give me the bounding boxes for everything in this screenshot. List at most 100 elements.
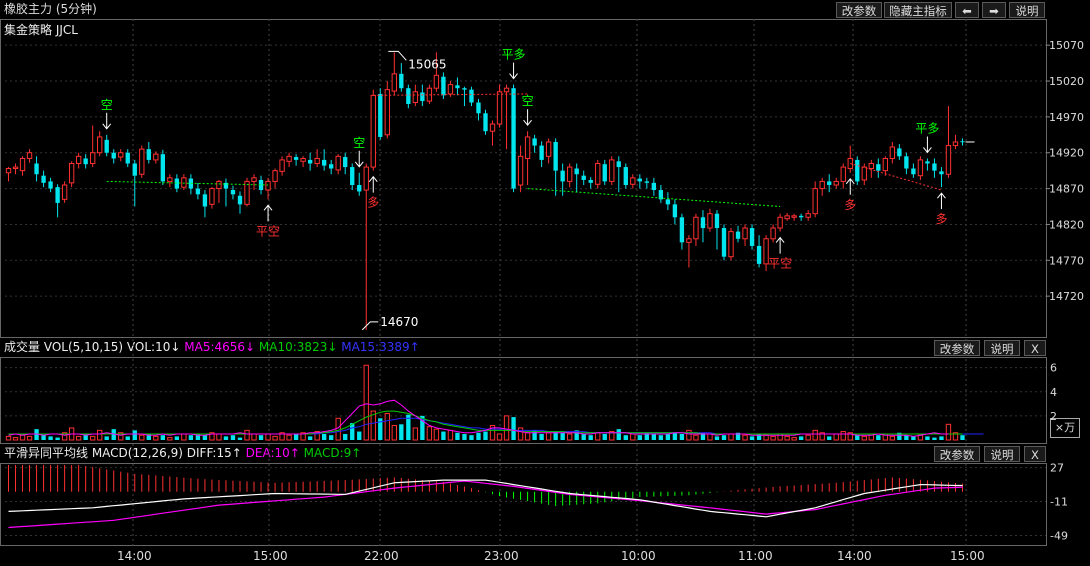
volume-bar — [41, 435, 46, 440]
volume-bar — [476, 432, 481, 440]
candle-body — [90, 152, 96, 164]
volume-bar — [686, 429, 692, 441]
volume-bar — [48, 436, 53, 440]
volume-bar — [581, 433, 586, 440]
volume-bar — [812, 429, 818, 441]
volume-bar — [55, 437, 60, 440]
time-axis-label: 15:00 — [253, 549, 288, 563]
signal-arrow-up — [775, 236, 785, 254]
signal-arrow-up — [845, 178, 855, 195]
candle-body — [195, 188, 201, 195]
candle-body — [637, 178, 642, 182]
candle-body — [286, 155, 292, 162]
candle-body — [12, 166, 19, 170]
candle-body — [623, 167, 628, 185]
candle-body — [588, 179, 593, 183]
volume-bar — [693, 434, 699, 441]
signal-arrow-up — [368, 175, 378, 193]
candle-body — [293, 157, 299, 160]
volume-bar — [595, 432, 601, 441]
volume-bar — [728, 433, 734, 441]
candle-body — [925, 161, 930, 164]
candle-body — [496, 91, 503, 125]
candle-body — [462, 88, 467, 90]
candle-body — [216, 180, 222, 190]
volume-bar — [876, 435, 881, 440]
volume-bar — [483, 431, 488, 440]
macd-diff-line — [8, 479, 963, 518]
candle-body — [265, 180, 271, 191]
volume-bar — [230, 435, 236, 440]
candle-body — [307, 159, 313, 164]
signal-label: 平空 — [768, 257, 792, 271]
volume-bar — [139, 434, 145, 441]
volume-bar — [455, 432, 460, 440]
candle-body — [378, 93, 383, 137]
candle-body — [441, 76, 446, 96]
candle-body — [812, 188, 818, 215]
volume-bar — [90, 435, 96, 441]
candle-body — [932, 163, 937, 171]
candle-body — [644, 181, 650, 183]
volume-bar — [384, 412, 390, 441]
candle-body — [917, 159, 924, 177]
volume-bar — [861, 435, 867, 441]
candlestick-chart[interactable]: 15070 15020 14970 14920 14870 14820 14770 14720… — [0, 0, 1090, 566]
volume-bar — [202, 435, 208, 440]
price-tick-label: 14920 — [1049, 147, 1084, 160]
candle-body — [19, 157, 26, 172]
volume-bar — [588, 435, 593, 440]
volume-bar — [26, 435, 33, 441]
volume-bar — [939, 436, 944, 440]
volume-bar — [251, 433, 257, 441]
volume-bar — [433, 428, 440, 441]
candle-body — [665, 199, 671, 205]
volume-bar — [658, 435, 664, 440]
candle-body — [707, 213, 713, 229]
low-pointer — [361, 321, 379, 331]
candle-body — [630, 177, 636, 185]
signal-label: 空 — [522, 94, 534, 108]
candle-body — [34, 163, 39, 175]
price-tick-label: 14770 — [1049, 254, 1084, 267]
price-tick-label: 14720 — [1049, 290, 1084, 303]
signal-label: 空 — [101, 98, 113, 112]
volume-bar — [784, 435, 790, 441]
candle-body — [553, 141, 558, 171]
candle-body — [314, 157, 320, 164]
candle-body — [230, 190, 236, 195]
candle-body — [48, 181, 53, 189]
volume-bar — [560, 432, 565, 440]
candle-body — [609, 159, 615, 182]
candle-body — [700, 217, 706, 229]
volume-bar — [237, 437, 243, 440]
volume-bar — [827, 436, 832, 440]
candle-body — [616, 161, 621, 168]
volume-bar — [329, 435, 334, 440]
candle-body — [939, 171, 944, 175]
volume-bar — [889, 435, 896, 441]
low-price-label: 14670 — [380, 315, 418, 329]
volume-bar — [75, 435, 82, 441]
candle-body — [833, 180, 839, 186]
volume-bar — [19, 434, 26, 441]
volume-bar — [272, 435, 278, 441]
volume-bar — [805, 434, 811, 441]
candle-body — [777, 216, 783, 229]
candle-body — [139, 148, 145, 175]
volume-bar — [651, 433, 657, 440]
candle-body — [420, 92, 425, 102]
candle-body — [805, 213, 811, 218]
volume-bar — [343, 433, 348, 440]
candle-body — [798, 215, 804, 218]
signal-arrow-up — [937, 192, 946, 210]
volume-bar — [742, 434, 748, 441]
volume-bar — [840, 431, 846, 441]
volume-bar — [911, 436, 916, 440]
candle-body — [343, 157, 348, 168]
candle-body — [433, 74, 440, 89]
volume-bar — [321, 433, 327, 440]
volume-bar — [925, 436, 930, 440]
volume-bar — [932, 437, 937, 440]
candle-body — [237, 195, 243, 205]
